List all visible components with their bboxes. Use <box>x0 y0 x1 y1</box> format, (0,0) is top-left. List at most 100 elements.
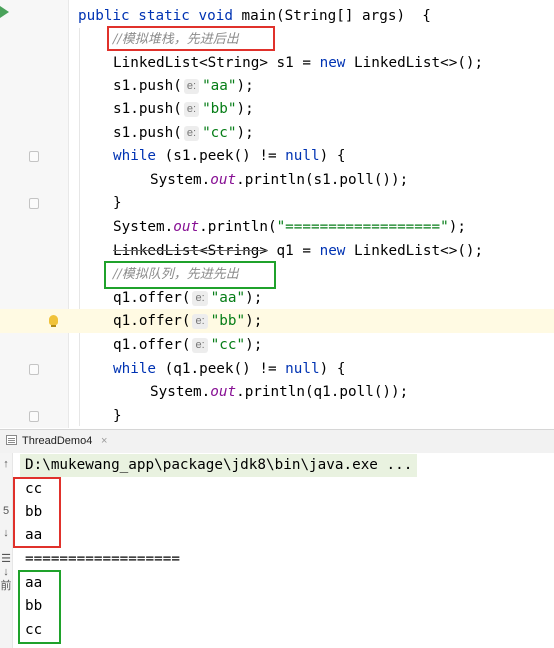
code-token: null <box>285 361 320 377</box>
code-line[interactable]: } <box>0 404 554 428</box>
console-toolbar: ↑ 5 ↓ ☰ ↓ 前 <box>0 453 13 648</box>
code-text: public static void main(String[] args) { <box>78 4 431 28</box>
toolbar-label-front[interactable]: 前 <box>0 577 12 593</box>
code-token: q1.offer( <box>113 313 191 329</box>
code-token: System. <box>113 219 174 235</box>
code-text: while (q1.peek() != null) { <box>113 357 345 381</box>
code-token: "cc" <box>202 125 237 141</box>
code-token: s1.push( <box>113 101 182 117</box>
code-token: "bb" <box>210 313 246 329</box>
code-text: s1.push(e: "aa"); <box>113 74 254 98</box>
code-line[interactable]: System.out.println("==================")… <box>0 215 554 239</box>
code-text: q1.offer(e: "aa"); <box>113 286 262 310</box>
code-token: (q1.peek() != <box>156 361 286 377</box>
code-token: System. <box>150 172 211 188</box>
run-tool-window-tabbar: ThreadDemo4 × <box>0 429 554 454</box>
scroll-up-icon[interactable]: ↑ <box>0 458 12 470</box>
code-line[interactable]: q1.offer(e: "aa"); <box>0 286 554 310</box>
code-token: while <box>113 361 157 377</box>
code-token: ); <box>245 337 263 353</box>
code-text: } <box>113 191 122 215</box>
fold-marker-icon[interactable] <box>29 364 39 375</box>
code-token: System. <box>150 384 211 400</box>
wrap-icon[interactable]: ☰ <box>0 552 12 565</box>
parameter-hint: e: <box>192 314 208 329</box>
code-token: new <box>319 55 346 71</box>
console-icon <box>6 435 17 445</box>
code-line[interactable]: //模拟堆栈，先进后出 <box>0 27 554 51</box>
toolbar-label-5[interactable]: 5 <box>0 505 12 517</box>
code-line[interactable]: s1.push(e: "aa"); <box>0 74 554 98</box>
code-line[interactable]: public static void main(String[] args) { <box>0 4 554 28</box>
code-line[interactable]: LinkedList<String> q1 = new LinkedList<>… <box>0 239 554 263</box>
code-line[interactable]: q1.offer(e: "bb"); <box>0 309 554 333</box>
code-token: q1.offer( <box>113 290 191 306</box>
parameter-hint: e: <box>183 102 200 117</box>
run-tab-label: ThreadDemo4 <box>22 435 93 447</box>
code-token: q1.offer( <box>113 337 191 353</box>
parameter-hint: e: <box>192 291 208 306</box>
code-text: s1.push(e: "cc"); <box>113 121 254 145</box>
fold-marker-icon[interactable] <box>29 151 39 162</box>
code-token: s1.push( <box>113 78 182 94</box>
code-token: ); <box>448 219 466 235</box>
console-output[interactable]: ↑ 5 ↓ ☰ ↓ 前 D:\mukewang_app\package\jdk8… <box>0 453 554 648</box>
code-text: System.out.println("==================")… <box>113 215 466 239</box>
queue-output-highlight-box <box>18 570 61 644</box>
fold-marker-icon[interactable] <box>29 198 39 209</box>
code-token: LinkedList<>(); <box>345 243 484 259</box>
code-token: q1 = <box>267 243 320 259</box>
code-editor[interactable]: public static void main(String[] args) {… <box>0 0 554 428</box>
code-token: LinkedList<>(); <box>345 55 484 71</box>
fold-marker-icon[interactable] <box>29 411 39 422</box>
code-text: System.out.println(q1.poll()); <box>150 380 408 404</box>
code-token: new <box>319 243 346 259</box>
code-text: System.out.println(s1.poll()); <box>150 168 408 192</box>
code-token: .println(q1.poll()); <box>236 384 409 400</box>
parameter-hint: e: <box>183 79 200 94</box>
code-line[interactable]: s1.push(e: "bb"); <box>0 97 554 121</box>
code-line[interactable]: q1.offer(e: "cc"); <box>0 333 554 357</box>
code-token: ); <box>245 290 263 306</box>
code-token: s1.push( <box>113 125 182 141</box>
code-line[interactable]: //模拟队列，先进先出 <box>0 262 554 286</box>
code-line[interactable]: while (s1.peek() != null) { <box>0 144 554 168</box>
code-token: .println(s1.poll()); <box>236 172 409 188</box>
code-token: } <box>113 195 122 211</box>
code-token: public static void <box>78 8 242 24</box>
intention-bulb-icon[interactable] <box>49 315 58 327</box>
code-token: out <box>210 172 237 188</box>
code-token: "aa" <box>210 290 246 306</box>
console-command-line: D:\mukewang_app\package\jdk8\bin\java.ex… <box>20 454 418 477</box>
code-line[interactable]: s1.push(e: "cc"); <box>0 121 554 145</box>
code-text: s1.push(e: "bb"); <box>113 97 254 121</box>
code-token: main(String[] args) { <box>241 8 431 24</box>
code-token: ); <box>236 78 254 94</box>
queue-comment-highlight-box <box>104 261 276 289</box>
code-line[interactable]: while (q1.peek() != null) { <box>0 357 554 381</box>
code-text: q1.offer(e: "bb"); <box>113 309 262 333</box>
code-token: ); <box>236 101 254 117</box>
code-token: ) { <box>319 148 346 164</box>
code-text: } <box>113 404 122 428</box>
parameter-hint: e: <box>192 338 208 353</box>
code-token: .println( <box>199 219 277 235</box>
code-token: ); <box>245 313 263 329</box>
stack-output-highlight-box <box>13 477 61 548</box>
code-token: null <box>285 148 320 164</box>
code-line[interactable]: LinkedList<String> s1 = new LinkedList<>… <box>0 51 554 75</box>
code-token: } <box>113 408 122 424</box>
code-token: ) { <box>319 361 346 377</box>
parameter-hint: e: <box>183 126 200 141</box>
close-tab-icon[interactable]: × <box>101 430 107 453</box>
stack-comment-highlight-box <box>107 26 275 51</box>
scroll-down-icon[interactable]: ↓ <box>0 527 12 539</box>
code-line[interactable]: } <box>0 191 554 215</box>
code-line[interactable]: System.out.println(s1.poll()); <box>0 168 554 192</box>
code-token: LinkedList<String> s1 = <box>113 55 320 71</box>
code-text: while (s1.peek() != null) { <box>113 144 345 168</box>
code-text: LinkedList<String> q1 = new LinkedList<>… <box>113 239 483 263</box>
code-text: LinkedList<String> s1 = new LinkedList<>… <box>113 51 483 75</box>
code-token: LinkedList<String> <box>113 243 268 259</box>
code-line[interactable]: System.out.println(q1.poll()); <box>0 380 554 404</box>
